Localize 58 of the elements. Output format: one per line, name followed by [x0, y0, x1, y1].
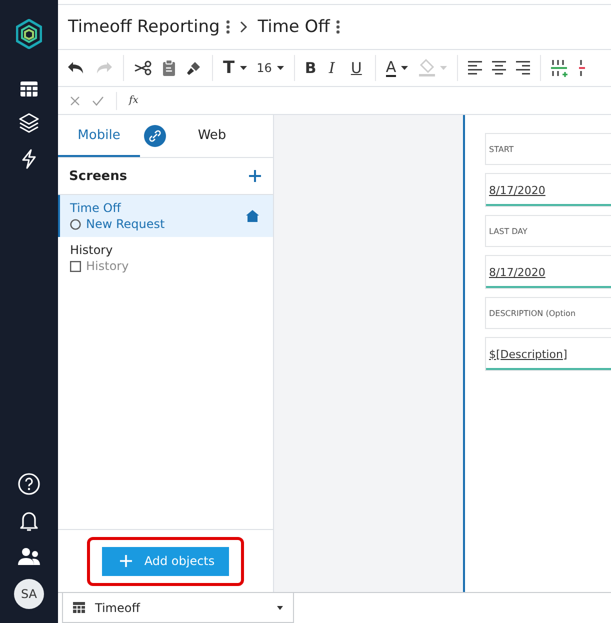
caret-icon: [440, 66, 448, 70]
view-name[interactable]: History: [86, 259, 129, 273]
field-label: LAST DAY: [485, 215, 611, 247]
caret-icon: [240, 66, 247, 70]
field-label: START: [485, 133, 611, 165]
plus-icon: [120, 555, 132, 567]
field-label: DESCRIPTION (Option: [485, 297, 611, 329]
link-icon[interactable]: [144, 125, 166, 147]
italic-button[interactable]: I: [328, 59, 341, 77]
more-icon[interactable]: [226, 19, 230, 35]
cancel-icon[interactable]: [70, 96, 80, 106]
text-style-dropdown[interactable]: T: [223, 58, 247, 78]
help-icon[interactable]: [18, 473, 40, 495]
screen-item[interactable]: Time Off New Request: [58, 195, 273, 237]
field-value[interactable]: $[Description]: [485, 337, 611, 371]
square-icon: [70, 260, 81, 272]
align-right-icon[interactable]: [516, 60, 530, 76]
screen-name: History: [70, 243, 114, 257]
confirm-icon[interactable]: [92, 96, 104, 106]
delete-column-icon[interactable]: [579, 59, 586, 77]
circle-icon: [70, 218, 81, 230]
table-icon: [73, 602, 85, 613]
table-icon[interactable]: [20, 81, 38, 97]
platform-tab[interactable]: Web: [172, 115, 252, 157]
add-screen-icon[interactable]: [249, 170, 261, 182]
users-icon[interactable]: [17, 547, 41, 565]
undo-icon[interactable]: [67, 61, 85, 75]
layers-icon[interactable]: [19, 113, 39, 133]
function-label[interactable]: fx: [129, 95, 138, 106]
screen-item[interactable]: History History: [58, 237, 273, 279]
more-icon[interactable]: [336, 19, 340, 35]
brush-icon[interactable]: [186, 60, 202, 76]
font-size-dropdown[interactable]: 16: [256, 61, 284, 75]
user-avatar[interactable]: SA: [14, 579, 44, 609]
platform-tab[interactable]: Mobile: [58, 115, 140, 157]
lightning-icon[interactable]: [21, 149, 37, 169]
app-title[interactable]: Timeoff Reporting: [68, 17, 220, 37]
align-left-icon[interactable]: [468, 60, 482, 76]
field-value[interactable]: 8/17/2020: [485, 255, 611, 289]
underline-button[interactable]: U: [350, 59, 365, 77]
align-center-icon[interactable]: [492, 60, 506, 76]
section-title: Screens: [69, 168, 128, 184]
hexagon-logo-icon[interactable]: [16, 19, 42, 49]
caret-icon: [401, 66, 408, 70]
clipboard-icon[interactable]: [162, 59, 176, 77]
view-name[interactable]: New Request: [86, 217, 165, 231]
sheet-tab[interactable]: Timeoff: [62, 593, 294, 623]
insert-column-icon[interactable]: [551, 59, 570, 77]
font-color-dropdown[interactable]: A: [386, 60, 408, 76]
bold-button[interactable]: B: [304, 59, 319, 77]
chevron-right-icon: [240, 21, 248, 33]
scissors-icon[interactable]: [134, 60, 152, 76]
caret-icon: [276, 66, 284, 70]
field-value[interactable]: 8/17/2020: [485, 173, 611, 207]
screen-name: Time Off: [70, 201, 122, 215]
page-title[interactable]: Time Off: [258, 17, 330, 37]
bell-icon[interactable]: [19, 509, 39, 533]
caret-icon: [277, 606, 283, 610]
